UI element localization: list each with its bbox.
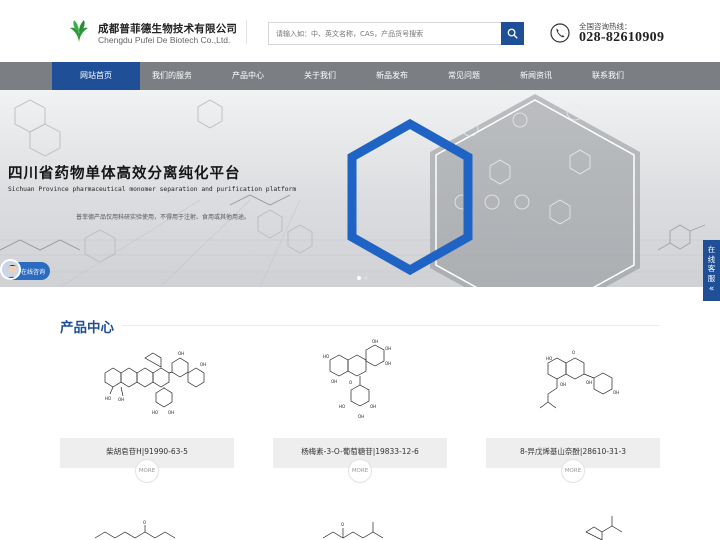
- online-consult-button[interactable]: 在线咨询: [0, 259, 50, 280]
- side-tab-char: 服: [707, 273, 716, 283]
- search-icon: [507, 28, 518, 39]
- banner-note: 普菲德产品仅用科研实验使用，不得用于注射、食用或其他用途。: [76, 214, 251, 221]
- svg-text:OH: OH: [358, 414, 364, 419]
- svg-text:O: O: [341, 522, 344, 527]
- product-structure-image: HO O OH OH OH: [539, 350, 619, 409]
- search-button[interactable]: [501, 22, 524, 45]
- product-structure-image-partial: O: [322, 522, 384, 539]
- svg-text:HO: HO: [546, 356, 552, 361]
- agent-avatar: [0, 259, 21, 280]
- header-divider: [246, 20, 247, 44]
- svg-text:HO: HO: [339, 404, 345, 409]
- online-consult-label: 在线咨询: [21, 268, 46, 276]
- svg-text:O: O: [143, 520, 146, 525]
- side-tab-char: 在: [707, 245, 716, 254]
- slide-dot-1[interactable]: [357, 276, 361, 280]
- phone-icon: [550, 23, 570, 43]
- svg-text:OH: OH: [385, 361, 391, 366]
- nav-item-news[interactable]: 新闻资讯: [504, 62, 568, 90]
- svg-text:OH: OH: [613, 390, 619, 395]
- company-name-en: Chengdu Pufei De Biotech Co.,Ltd.: [98, 35, 231, 45]
- svg-text:OH: OH: [200, 362, 206, 367]
- banner-subtitle: Sichuan Province pharmaceutical monomer …: [8, 186, 297, 193]
- side-customer-service-tab[interactable]: 在 线 客 服 «: [703, 240, 720, 301]
- svg-text:OH: OH: [331, 379, 337, 384]
- svg-text:OH: OH: [118, 397, 124, 402]
- svg-text:OH: OH: [385, 346, 391, 351]
- banner-title: 四川省药物单体高效分离纯化平台: [8, 165, 241, 182]
- svg-text:O: O: [349, 380, 352, 385]
- search-input[interactable]: [269, 23, 502, 44]
- svg-text:OH: OH: [178, 351, 184, 356]
- svg-text:HO: HO: [323, 354, 329, 359]
- svg-text:O: O: [572, 350, 575, 355]
- company-name: 成都普菲德生物技术有限公司: [98, 23, 238, 35]
- section-divider: [122, 325, 660, 326]
- product-structure-image: HO OH OH OH OH HO: [104, 351, 206, 415]
- main-nav: 网站首页 我们的服务 产品中心 关于我们 新品发布 常见问题 新闻资讯 联系我们: [0, 62, 720, 90]
- nav-item-services[interactable]: 我们的服务: [140, 62, 204, 90]
- section-title-products: 产品中心: [60, 320, 114, 336]
- hotline-number[interactable]: 028-82610909: [579, 30, 664, 46]
- search-box: [268, 22, 524, 45]
- svg-text:OH: OH: [586, 380, 592, 385]
- side-tab-char: 客: [707, 264, 716, 273]
- svg-text:OH: OH: [560, 382, 566, 387]
- svg-text:OH: OH: [370, 404, 376, 409]
- product-structure-image-partial: [585, 516, 623, 540]
- nav-item-products[interactable]: 产品中心: [216, 62, 280, 90]
- slide-dot-2[interactable]: [364, 276, 368, 280]
- product-structure-image-partial: O: [94, 520, 176, 539]
- company-logo[interactable]: [66, 18, 92, 44]
- svg-text:HO: HO: [105, 396, 111, 401]
- nav-item-contact[interactable]: 联系我们: [576, 62, 640, 90]
- nav-item-new-products[interactable]: 新品发布: [360, 62, 424, 90]
- svg-text:OH: OH: [168, 410, 174, 415]
- more-button[interactable]: MORE: [135, 459, 159, 483]
- svg-text:OH: OH: [372, 339, 378, 344]
- more-button[interactable]: MORE: [348, 459, 372, 483]
- nav-item-home[interactable]: 网站首页: [52, 62, 140, 90]
- site-header: 成都普菲德生物技术有限公司 Chengdu Pufei De Biotech C…: [0, 0, 720, 62]
- nav-item-about[interactable]: 关于我们: [288, 62, 352, 90]
- svg-text:HO: HO: [152, 410, 158, 415]
- hero-banner[interactable]: 四川省药物单体高效分离纯化平台 Sichuan Province pharmac…: [0, 90, 720, 287]
- nav-item-faq[interactable]: 常见问题: [432, 62, 496, 90]
- side-tab-char: 线: [707, 254, 716, 264]
- product-structure-image: OH OH OH HO OH O HO OH OH: [323, 339, 391, 419]
- more-button[interactable]: MORE: [561, 459, 585, 483]
- double-chevron-left-icon: «: [708, 284, 715, 294]
